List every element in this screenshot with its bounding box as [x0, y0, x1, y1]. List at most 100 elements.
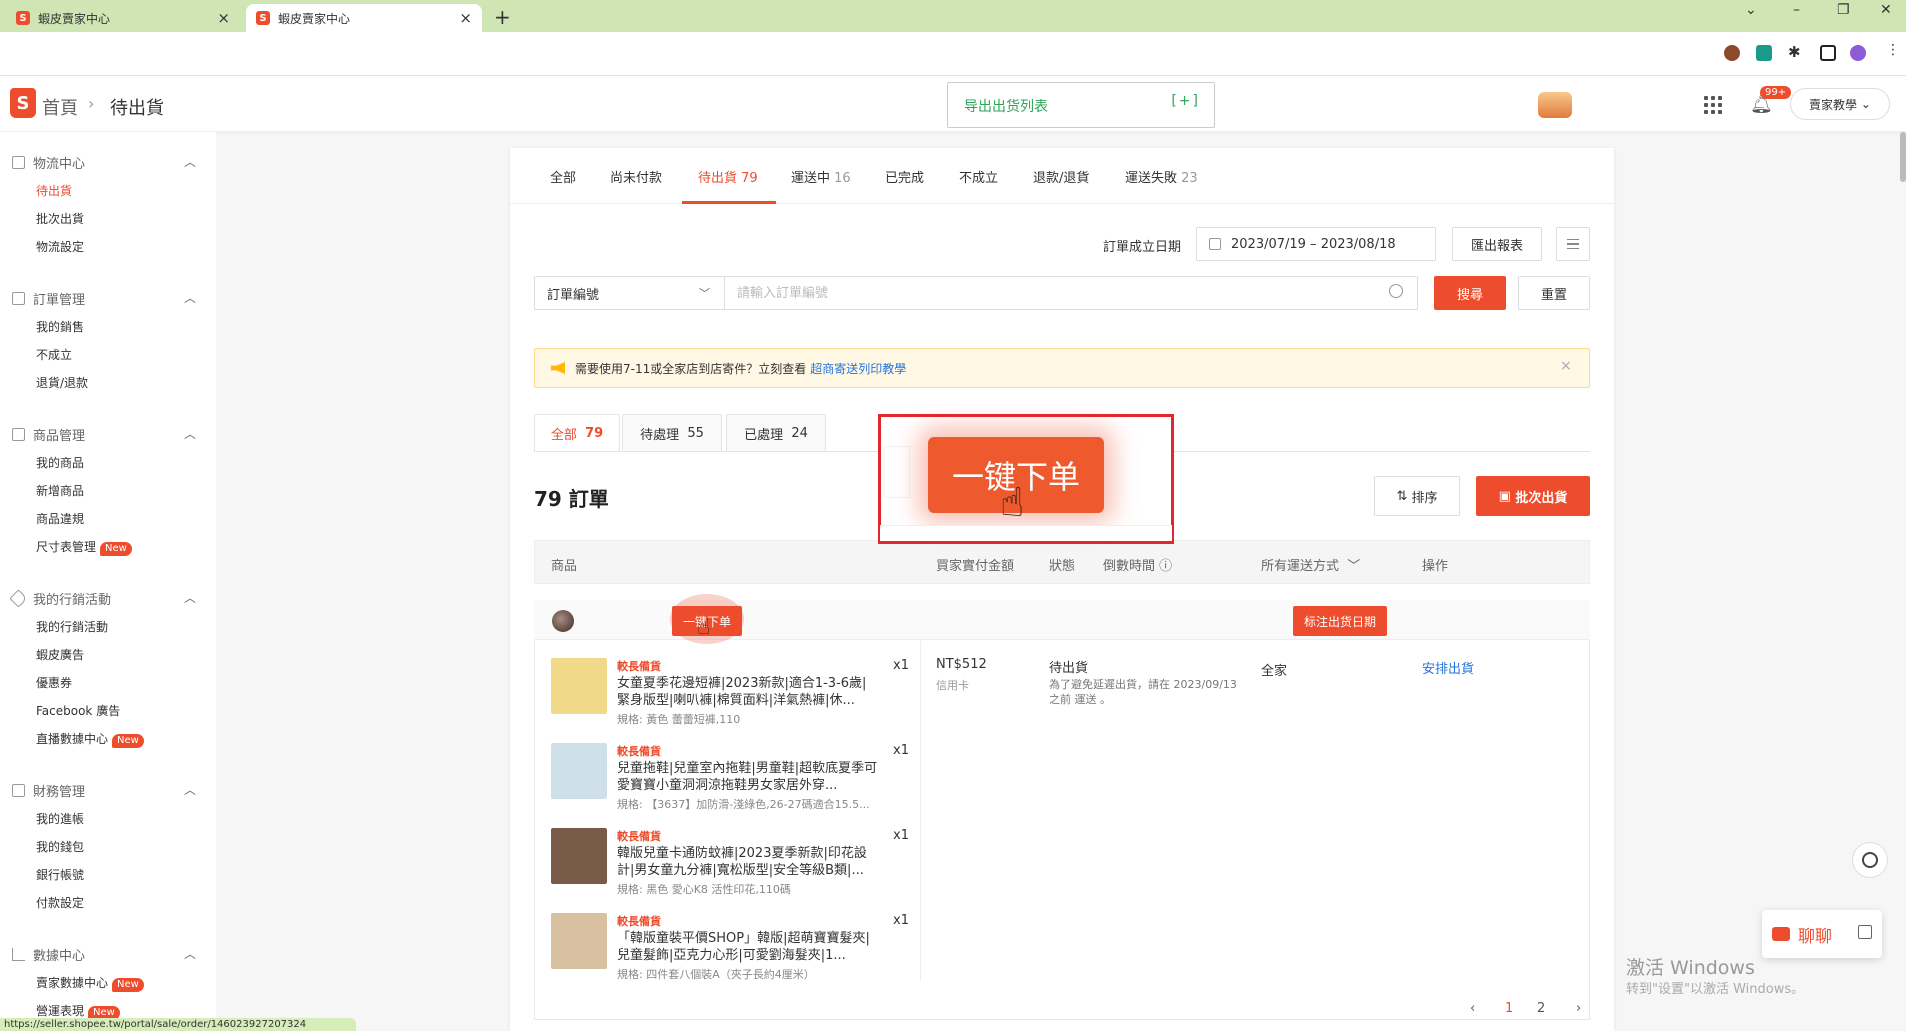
tab-completed[interactable]: 已完成	[885, 167, 924, 186]
sidebar-item-violations[interactable]: 商品違規	[36, 510, 84, 527]
shopee-logo-icon[interactable]: S	[10, 88, 36, 118]
product-image[interactable]	[551, 913, 607, 969]
tab-returns[interactable]: 退款/退貨	[1033, 167, 1089, 186]
tab-all[interactable]: 全部	[550, 167, 576, 186]
products-icon	[12, 428, 25, 441]
subtab-all[interactable]: 全部 79	[534, 414, 620, 452]
search-field-select[interactable]: 訂單編號 ﹀	[534, 276, 724, 310]
tab-shipping[interactable]: 運送中 16	[791, 167, 851, 186]
headset-support-icon[interactable]	[1852, 842, 1888, 878]
reset-button[interactable]: 重置	[1518, 276, 1590, 310]
close-icon[interactable]: ×	[1560, 358, 1572, 374]
sidebar-item-size-chart[interactable]: 尺寸表管理 New	[36, 538, 132, 556]
product-name[interactable]: 兒童拖鞋|兒童室內拖鞋|男童鞋|超軟底夏季可愛寶寶小童洞洞涼拖鞋男女家居外穿..…	[617, 760, 879, 794]
product-name[interactable]: 韓版兒童卡通防蚊褲|2023夏季新款|印花設計|男女童九分褲|寬松版型|安全等級…	[617, 845, 879, 879]
sidebar-section-data[interactable]: 數據中心	[12, 945, 85, 964]
pagination-page-1[interactable]: 1	[1505, 1001, 1513, 1016]
chevron-up-icon[interactable]: ︿	[184, 781, 196, 798]
sidebar-item-my-sales[interactable]: 我的銷售	[36, 318, 84, 335]
close-icon[interactable]: ×	[217, 9, 230, 27]
shop-avatar[interactable]	[1538, 92, 1572, 118]
expand-icon[interactable]	[1858, 925, 1872, 939]
info-icon[interactable]: ⓘ	[1159, 559, 1172, 574]
chevron-up-icon[interactable]: ︿	[184, 289, 196, 306]
restore-icon[interactable]: ❐	[1837, 2, 1850, 18]
chevron-up-icon[interactable]: ︿	[184, 589, 196, 606]
sidebar-item-facebook-ads[interactable]: Facebook 廣告	[36, 702, 120, 719]
sidebar-item-vouchers[interactable]: 優惠券	[36, 674, 72, 691]
sidebar-item-my-products[interactable]: 我的商品	[36, 454, 84, 471]
chevron-up-icon[interactable]: ︿	[184, 945, 196, 962]
sidebar-item-live-data[interactable]: 直播數據中心 New	[36, 730, 144, 748]
subtab-processed[interactable]: 已處理 24	[726, 414, 826, 452]
sidebar-item-cancelled[interactable]: 不成立	[36, 346, 72, 363]
browser-tab-2[interactable]: S 蝦皮賣家中心 ×	[246, 4, 482, 32]
export-shipping-list-widget[interactable]: 导出出货列表 [+]	[947, 82, 1215, 128]
batch-ship-button[interactable]: ▣ 批次出貨	[1476, 476, 1590, 516]
page-scrollbar[interactable]	[1900, 132, 1906, 182]
search-button[interactable]: 搜尋	[1434, 276, 1506, 310]
breadcrumb-home[interactable]: 首頁	[42, 94, 78, 120]
chevron-up-icon[interactable]: ︿	[184, 153, 196, 170]
sidebar-item-add-product[interactable]: 新增商品	[36, 482, 84, 499]
pagination-prev[interactable]: ‹	[1470, 1001, 1475, 1016]
sidebar-item-logistics-settings[interactable]: 物流設定	[36, 238, 84, 255]
browser-tab-1[interactable]: S 蝦皮賣家中心 ×	[6, 4, 240, 32]
sidebar-item-shopee-ads[interactable]: 蝦皮廣告	[36, 646, 84, 663]
window-close-icon[interactable]: ✕	[1880, 2, 1892, 18]
sidebar-item-wallet[interactable]: 我的錢包	[36, 838, 84, 855]
sidebar-section-logistics[interactable]: 物流中心	[12, 153, 85, 172]
sidebar-item-bank-account[interactable]: 銀行帳號	[36, 866, 84, 883]
extension-icon[interactable]	[1756, 45, 1772, 61]
cookie-extension-icon[interactable]	[1724, 45, 1740, 61]
tab-failed-delivery[interactable]: 運送失敗 23	[1125, 167, 1198, 186]
tab-search-chevron-icon[interactable]: ⌄	[1745, 2, 1757, 18]
side-panel-icon[interactable]	[1820, 45, 1836, 61]
subtab-pending[interactable]: 待處理 55	[622, 414, 722, 452]
sidebar-item-seller-data[interactable]: 賣家數據中心 New	[36, 974, 144, 992]
sidebar-item-mass-ship[interactable]: 批次出貨	[36, 210, 84, 227]
new-tab-button[interactable]: +	[494, 5, 511, 29]
sidebar-section-finance[interactable]: 財務管理	[12, 781, 85, 800]
expand-button[interactable]: [+]	[1171, 93, 1200, 109]
product-image[interactable]	[551, 658, 607, 714]
minimize-icon[interactable]: –	[1793, 2, 1800, 18]
sidebar-item-my-campaigns[interactable]: 我的行銷活動	[36, 618, 108, 635]
sidebar-item-payment-settings[interactable]: 付款設定	[36, 894, 84, 911]
mark-ship-date-button[interactable]: 标注出货日期	[1293, 606, 1387, 636]
product-name[interactable]: 「韓版童裝平價SHOP」韓版|超萌寶寶髮夾|兒童髮飾|亞克力心形|可愛劉海髮夾|…	[617, 930, 879, 964]
product-image[interactable]	[551, 828, 607, 884]
arrange-shipment-link[interactable]: 安排出貨	[1422, 658, 1474, 677]
apps-grid-icon[interactable]	[1704, 96, 1722, 114]
notice-link[interactable]: 超商寄送列印教學	[810, 360, 906, 377]
chat-widget[interactable]: 聊聊	[1762, 910, 1882, 958]
date-range-picker[interactable]: 2023/07/19 – 2023/08/18	[1196, 227, 1436, 261]
tab-unpaid[interactable]: 尚未付款	[610, 167, 662, 186]
sidebar-section-products[interactable]: 商品管理	[12, 425, 85, 444]
sidebar-section-marketing[interactable]: 我的行銷活動	[9, 589, 111, 608]
sort-button[interactable]: ⇅ 排序	[1374, 476, 1460, 516]
sidebar-section-orders[interactable]: 訂單管理	[12, 289, 85, 308]
pagination-page-2[interactable]: 2	[1537, 1001, 1545, 1016]
shipping-method-filter[interactable]: 所有運送方式 ﹀	[1261, 555, 1360, 574]
tab-to-ship[interactable]: 待出貨 79	[698, 167, 758, 186]
close-icon[interactable]: ×	[459, 9, 472, 27]
date-range-value: 2023/07/19 – 2023/08/18	[1231, 236, 1396, 252]
profile-avatar[interactable]	[1850, 45, 1866, 61]
browser-menu-icon[interactable]: ⋮	[1886, 42, 1902, 58]
order-search-input[interactable]	[724, 276, 1418, 310]
sidebar-item-returns[interactable]: 退貨/退款	[36, 374, 88, 391]
sidebar-item-income[interactable]: 我的進帳	[36, 810, 84, 827]
product-name[interactable]: 女童夏季花邊短褲|2023新款|適合1-3-6歲|緊身版型|喇叭褲|棉質面料|洋…	[617, 675, 879, 709]
sidebar-item-to-ship[interactable]: 待出貨	[36, 182, 72, 199]
export-report-button[interactable]: 匯出報表	[1452, 227, 1542, 261]
product-image[interactable]	[551, 743, 607, 799]
pagination-next[interactable]: ›	[1576, 1001, 1581, 1016]
puzzle-extensions-icon[interactable]: ✱	[1788, 43, 1804, 61]
chevron-up-icon[interactable]: ︿	[184, 425, 196, 442]
buyer-avatar[interactable]	[552, 610, 574, 632]
seller-education-button[interactable]: 賣家教學 ⌄	[1790, 88, 1890, 120]
tab-cancelled[interactable]: 不成立	[959, 167, 998, 186]
search-icon[interactable]	[1389, 284, 1403, 298]
report-history-menu-icon[interactable]	[1556, 227, 1590, 261]
